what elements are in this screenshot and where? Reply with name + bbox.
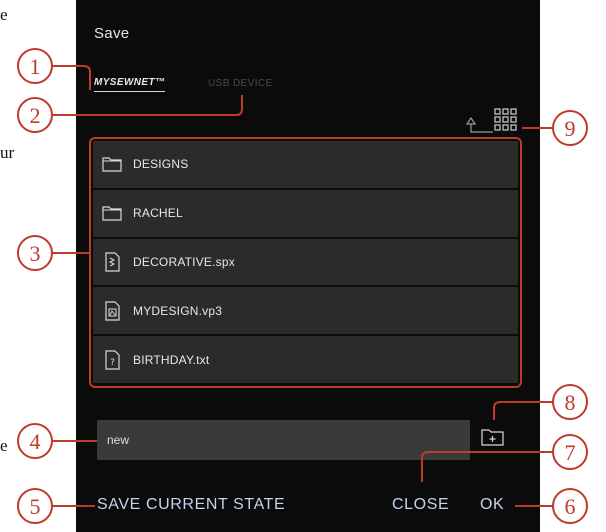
callout-annotations: 1 2 3 4 5 6 7 8 9 (17, 48, 588, 524)
callout-number-9: 9 (565, 116, 576, 141)
callout-number-6: 6 (565, 494, 576, 519)
callout-number-2: 2 (30, 103, 41, 128)
callout-number-5: 5 (30, 494, 41, 519)
callout-number-1: 1 (30, 54, 41, 79)
callout-number-8: 8 (565, 390, 576, 415)
callout-number-4: 4 (30, 429, 41, 454)
callout-number-7: 7 (565, 440, 576, 465)
callout-box-3 (89, 137, 522, 388)
callout-number-3: 3 (30, 241, 41, 266)
